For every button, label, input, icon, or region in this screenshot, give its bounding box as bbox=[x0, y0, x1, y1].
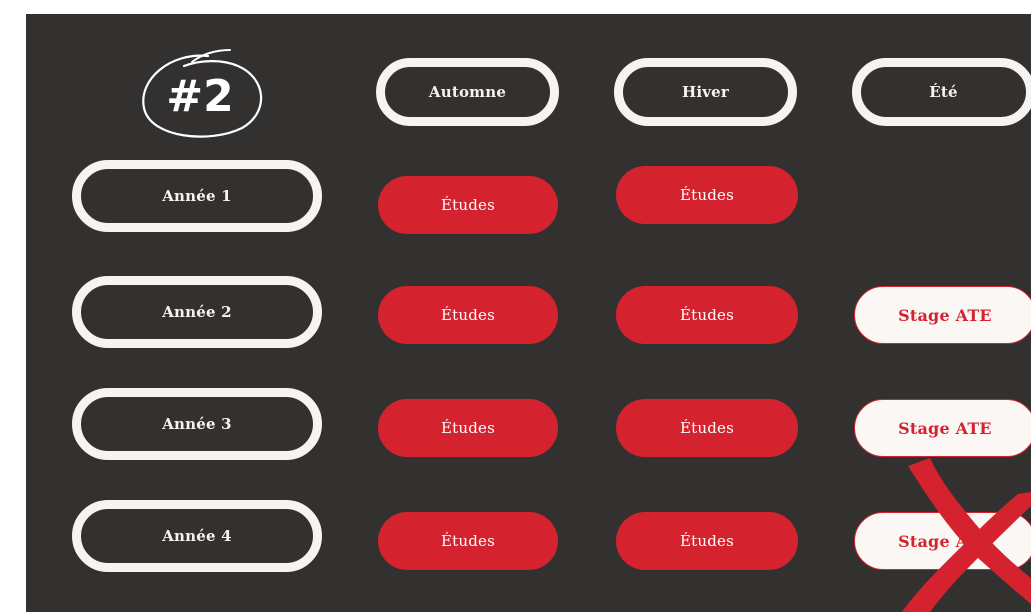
year3-ete-cell: Stage ATE bbox=[854, 399, 1031, 457]
year1-hiver-cell: Études bbox=[616, 166, 798, 224]
year2-hiver-cell: Études bbox=[616, 286, 798, 344]
year-label-3: Année 3 bbox=[72, 388, 322, 460]
year4-hiver-cell: Études bbox=[616, 512, 798, 570]
year4-ete-cell: Stage ATE bbox=[854, 512, 1031, 570]
year3-hiver-cell: Études bbox=[616, 399, 798, 457]
year-label-2: Année 2 bbox=[72, 276, 322, 348]
season-header-ete: Été bbox=[852, 58, 1031, 126]
option-number-badge: #2 bbox=[130, 42, 270, 150]
year-label-1: Année 1 bbox=[72, 160, 322, 232]
badge-label: #2 bbox=[166, 70, 234, 122]
year2-automne-cell: Études bbox=[378, 286, 558, 344]
year3-automne-cell: Études bbox=[378, 399, 558, 457]
season-header-automne: Automne bbox=[376, 58, 559, 126]
season-header-hiver: Hiver bbox=[614, 58, 797, 126]
year-label-4: Année 4 bbox=[72, 500, 322, 572]
year1-automne-cell: Études bbox=[378, 176, 558, 234]
schedule-diagram: #2 Automne Hiver Été Année 1 Année 2 Ann… bbox=[26, 14, 1031, 612]
year2-ete-cell: Stage ATE bbox=[854, 286, 1031, 344]
year4-automne-cell: Études bbox=[378, 512, 558, 570]
